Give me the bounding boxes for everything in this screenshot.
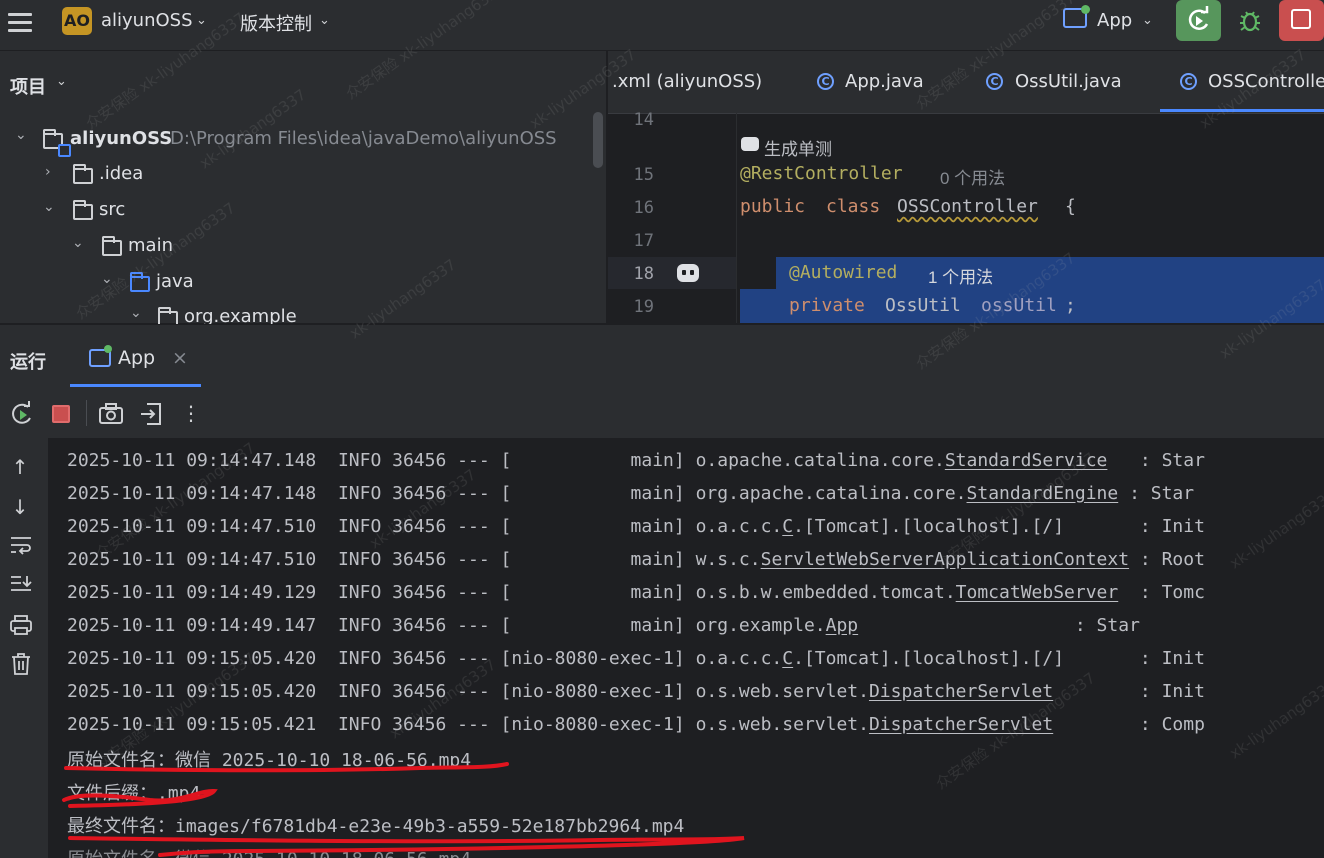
red-annotation-marks — [62, 762, 745, 857]
